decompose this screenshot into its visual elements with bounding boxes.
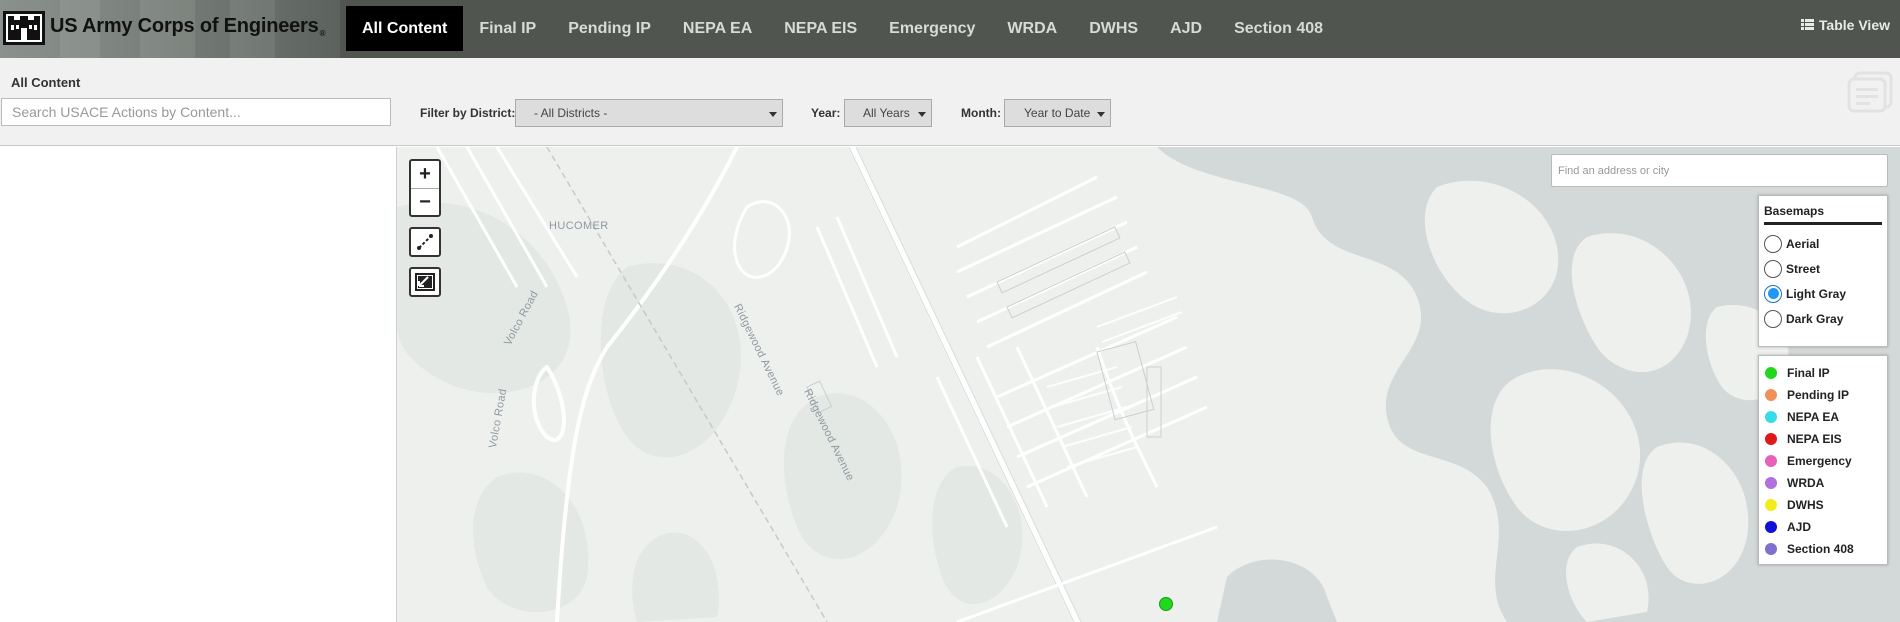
nav-ajd[interactable]: AJD	[1154, 6, 1218, 51]
nav-all-content[interactable]: All Content	[346, 6, 464, 51]
basemap-option-label: Light Gray	[1786, 286, 1847, 301]
month-filter-label: Month:	[961, 106, 1001, 120]
zoom-in-button[interactable]: +	[411, 161, 439, 188]
zoom-out-button[interactable]: −	[411, 188, 439, 215]
legend-item: AJD	[1765, 516, 1881, 538]
results-panel	[0, 147, 397, 622]
legend-label: WRDA	[1787, 476, 1825, 490]
radio-button[interactable]	[1764, 259, 1782, 278]
overview-map-icon	[415, 273, 435, 291]
radio-button-selected[interactable]	[1764, 284, 1782, 303]
legend-item: DWHS	[1765, 494, 1881, 516]
legend-panel: Final IP Pending IP NEPA EA NEPA EIS Eme…	[1758, 355, 1888, 565]
radio-button[interactable]	[1764, 309, 1782, 328]
table-icon	[1800, 19, 1814, 31]
year-select-value: All Years	[863, 106, 910, 120]
main-nav: All Content Final IP Pending IP NEPA EA …	[346, 6, 1339, 51]
chevron-down-icon	[1097, 112, 1105, 117]
nav-pending-ip[interactable]: Pending IP	[552, 6, 667, 51]
brand-logo[interactable]: US Army Corps of Engineers®	[0, 0, 340, 58]
legend-dot-icon	[1765, 389, 1777, 401]
legend-dot-icon	[1765, 433, 1777, 445]
legend-label: Section 408	[1787, 542, 1854, 556]
overview-map-button[interactable]	[409, 267, 441, 297]
document-icon[interactable]	[1846, 71, 1894, 113]
brand-title: US Army Corps of Engineers®	[50, 15, 326, 38]
table-view-button[interactable]: Table View	[1800, 17, 1890, 33]
basemap-option-light-gray[interactable]: Light Gray	[1764, 281, 1882, 306]
content-search-input[interactable]	[1, 98, 391, 126]
basemap-option-dark-gray[interactable]: Dark Gray	[1764, 306, 1882, 331]
district-select-value: - All Districts -	[534, 106, 608, 120]
place-label: HUCOMER	[549, 220, 609, 232]
nav-final-ip[interactable]: Final IP	[463, 6, 552, 51]
legend-label: DWHS	[1787, 498, 1824, 512]
nav-dwhs[interactable]: DWHS	[1073, 6, 1154, 51]
legend-label: NEPA EIS	[1787, 432, 1842, 446]
measure-button[interactable]	[409, 227, 441, 257]
legend-dot-icon	[1765, 455, 1777, 467]
basemap-option-aerial[interactable]: Aerial	[1764, 231, 1882, 256]
nav-emergency[interactable]: Emergency	[873, 6, 991, 51]
legend-dot-icon	[1765, 477, 1777, 489]
table-view-label: Table View	[1818, 17, 1890, 33]
legend-dot-icon	[1765, 367, 1777, 379]
basemap-option-label: Aerial	[1786, 236, 1820, 251]
basemap-option-label: Street	[1786, 261, 1821, 276]
nav-wrda[interactable]: WRDA	[991, 6, 1073, 51]
legend-item: NEPA EA	[1765, 406, 1881, 428]
legend-dot-icon	[1765, 411, 1777, 423]
section-title: All Content	[11, 75, 81, 90]
legend-item: Final IP	[1765, 362, 1881, 384]
map-marker-final-ip[interactable]	[1159, 597, 1173, 611]
year-select[interactable]: All Years	[844, 99, 932, 127]
legend-item: Pending IP	[1765, 384, 1881, 406]
app-header: US Army Corps of Engineers® All Content …	[0, 0, 1900, 58]
basemaps-panel: Basemaps Aerial Street Light Gray Dark G…	[1758, 195, 1888, 347]
nav-section-408[interactable]: Section 408	[1218, 6, 1339, 51]
legend-dot-icon	[1765, 543, 1777, 555]
month-select-value: Year to Date	[1024, 106, 1091, 120]
basemap-tiles	[397, 147, 1900, 622]
basemaps-title: Basemaps	[1764, 204, 1882, 225]
chevron-down-icon	[918, 112, 926, 117]
radio-button[interactable]	[1764, 234, 1782, 253]
legend-item: WRDA	[1765, 472, 1881, 494]
year-filter-label: Year:	[811, 106, 841, 120]
castle-icon	[3, 11, 45, 45]
zoom-control: + −	[409, 159, 441, 217]
district-filter-label: Filter by District:	[420, 106, 516, 120]
chevron-down-icon	[769, 112, 777, 117]
legend-dot-icon	[1765, 499, 1777, 511]
filter-bar: All Content Filter by District: - All Di…	[0, 58, 1900, 146]
legend-label: Pending IP	[1787, 388, 1850, 402]
address-search-input[interactable]	[1551, 154, 1888, 187]
measure-icon	[417, 234, 433, 250]
legend-item: NEPA EIS	[1765, 428, 1881, 450]
legend-label: NEPA EA	[1787, 410, 1840, 424]
nav-nepa-eis[interactable]: NEPA EIS	[768, 6, 873, 51]
legend-item: Emergency	[1765, 450, 1881, 472]
legend-label: AJD	[1787, 520, 1812, 534]
legend-label: Final IP	[1787, 366, 1830, 380]
map-view[interactable]: HUCOMER Ridgewood Avenue Ridgewood Avenu…	[397, 147, 1900, 622]
legend-item: Section 408	[1765, 538, 1881, 560]
month-select[interactable]: Year to Date	[1004, 99, 1111, 127]
district-select[interactable]: - All Districts -	[515, 99, 783, 127]
nav-nepa-ea[interactable]: NEPA EA	[667, 6, 768, 51]
basemap-option-street[interactable]: Street	[1764, 256, 1882, 281]
legend-dot-icon	[1765, 521, 1777, 533]
basemap-option-label: Dark Gray	[1786, 311, 1844, 326]
legend-label: Emergency	[1787, 454, 1852, 468]
